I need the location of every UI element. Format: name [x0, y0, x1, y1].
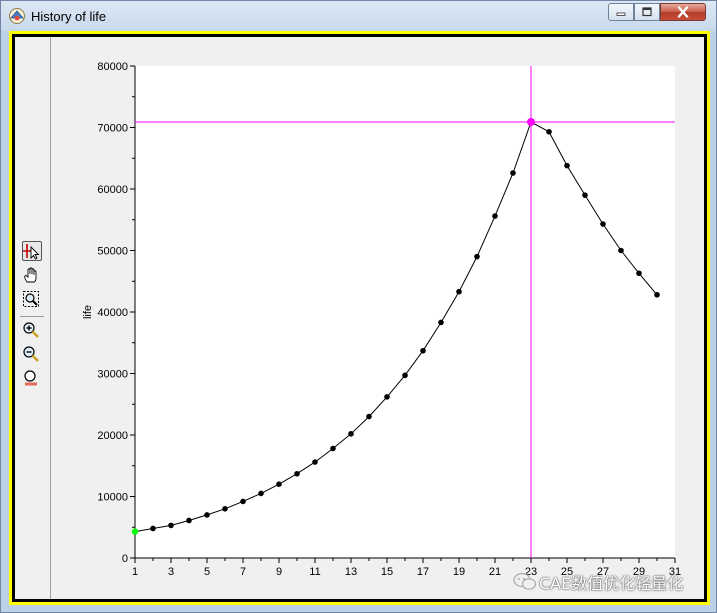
data-point — [258, 490, 264, 497]
watermark-text: CAE数值优化轻量化 — [539, 574, 684, 593]
zoom-box-icon — [23, 291, 39, 307]
crosshair-pointer-icon — [23, 244, 40, 260]
data-point — [546, 129, 552, 135]
zoom-in-tool[interactable] — [22, 321, 42, 341]
plot-frame-border: 0 10000 20000 30000 40000 50000 60000 70000 8000… — [12, 34, 707, 602]
x-tick-label: 19 — [453, 566, 465, 578]
data-point — [204, 512, 210, 518]
x-tick-label: 15 — [381, 566, 393, 578]
hand-icon — [24, 267, 37, 283]
y-tick-label: 60000 — [97, 184, 128, 196]
close-button[interactable] — [660, 3, 706, 21]
close-icon — [677, 6, 689, 18]
x-tick-label: 21 — [489, 566, 501, 578]
y-tick-label: 80000 — [97, 61, 128, 73]
wechat-icon — [513, 572, 537, 590]
x-tick-label: 17 — [417, 566, 429, 578]
maximize-button[interactable] — [634, 3, 660, 21]
maximize-icon — [642, 7, 652, 17]
x-tick-label: 3 — [168, 566, 174, 578]
window-title: History of life — [31, 9, 107, 24]
data-point — [474, 253, 480, 260]
zoom-in-icon — [23, 322, 39, 338]
y-tick-label: 10000 — [97, 492, 128, 504]
x-tick-label: 7 — [240, 566, 246, 578]
data-point — [294, 470, 300, 477]
title-bar[interactable]: History of life — [1, 1, 716, 31]
data-point — [312, 459, 318, 465]
data-point — [618, 247, 624, 254]
x-tick-label: 11 — [309, 566, 320, 578]
data-point — [600, 221, 606, 227]
y-tick-label: 0 — [122, 553, 128, 565]
zoom-out-icon — [23, 346, 39, 362]
y-tick-label: 40000 — [97, 307, 128, 319]
plot-frame: 0 10000 20000 30000 40000 50000 60000 70000 8000… — [9, 31, 710, 605]
y-tick-label: 50000 — [97, 246, 128, 258]
data-point — [168, 522, 174, 529]
data-point — [222, 506, 228, 512]
data-point — [582, 192, 588, 198]
x-tick-label: 13 — [345, 566, 357, 578]
life-history-chart[interactable]: 0 10000 20000 30000 40000 50000 60000 70000 8000… — [51, 37, 697, 596]
data-point — [492, 213, 498, 219]
zoom-box-tool[interactable] — [22, 290, 42, 310]
zoom-out-tool[interactable] — [22, 345, 42, 365]
x-tick-label: 9 — [276, 566, 282, 578]
data-point — [348, 430, 354, 437]
select-crosshair-tool[interactable] — [22, 241, 42, 261]
data-point — [276, 481, 282, 488]
app-icon — [9, 8, 25, 24]
data-point — [402, 372, 408, 379]
data-point — [330, 445, 336, 452]
x-tick-label: 5 — [204, 566, 210, 578]
plot-panel: 0 10000 20000 30000 40000 50000 60000 70000 8000… — [15, 37, 704, 599]
toolbar-separator — [20, 316, 44, 317]
zoom-100-tool[interactable] — [22, 369, 42, 389]
data-point — [240, 498, 246, 505]
data-point — [636, 270, 642, 277]
data-point — [438, 319, 444, 326]
y-tick-label: 20000 — [97, 430, 128, 442]
data-point — [384, 394, 390, 400]
data-point — [366, 413, 372, 420]
x-tick-label: 1 — [132, 566, 138, 578]
data-point-start — [131, 528, 139, 535]
data-point — [420, 347, 426, 354]
plot-area — [135, 66, 675, 558]
y-tick-label: 30000 — [97, 369, 128, 381]
watermark: CAE数值优化轻量化 — [513, 569, 703, 595]
data-point — [654, 291, 660, 298]
pan-tool[interactable] — [22, 266, 42, 286]
data-point — [456, 288, 462, 295]
data-point — [186, 517, 192, 524]
minimize-button[interactable] — [608, 3, 634, 21]
y-tick-label: 70000 — [97, 123, 128, 135]
y-axis-label: life — [82, 305, 94, 319]
data-point — [564, 162, 570, 169]
data-point — [150, 525, 156, 532]
plot-toolbar — [15, 37, 51, 599]
zoom-100-icon — [24, 370, 37, 386]
minimize-icon — [616, 12, 626, 16]
y-axis-ticks: 0 10000 20000 30000 40000 50000 60000 70000 8000… — [97, 61, 135, 565]
crosshair-marker — [527, 117, 535, 126]
data-point — [510, 170, 516, 176]
application-window: History of life 0 10000 20000 30000 4000… — [0, 0, 717, 613]
